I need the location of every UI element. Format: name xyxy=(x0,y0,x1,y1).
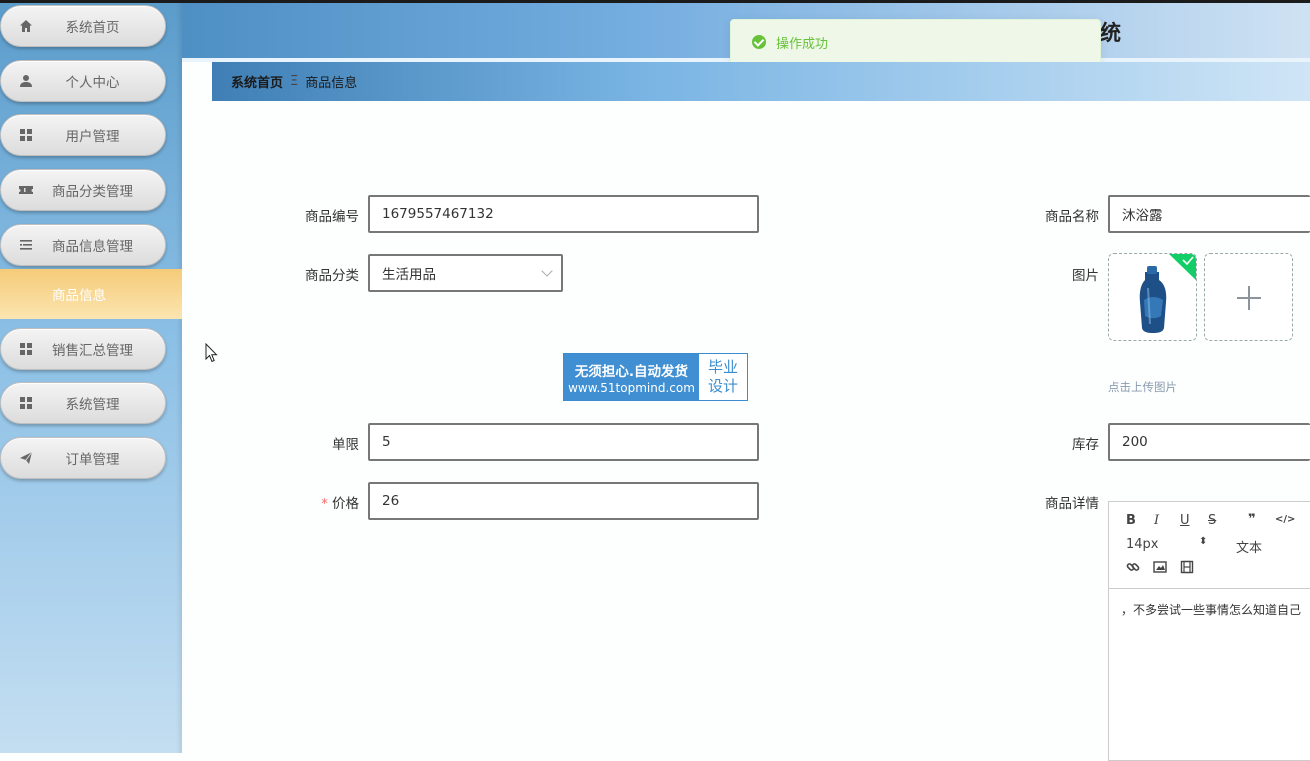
stock-label: 库存 xyxy=(1072,437,1099,453)
blockquote-button[interactable]: ❞ xyxy=(1248,512,1256,527)
stock-input[interactable]: 200 xyxy=(1108,423,1310,461)
strike-button[interactable]: S xyxy=(1208,513,1216,528)
upload-tip: 点击上传图片 xyxy=(1108,380,1177,394)
product-no-label: 商品编号 xyxy=(305,209,359,225)
app-title: 统 xyxy=(1100,21,1123,45)
italic-button[interactable]: I xyxy=(1154,513,1159,528)
header-select[interactable]: 文本 xyxy=(1236,537,1262,556)
sidebar-item-label: 用户管理 xyxy=(65,129,120,145)
rich-text-editor[interactable]: B I U S ❞ </> 14px ⬍ 文本 ，不多尝试一些事情怎么知道自己 xyxy=(1108,501,1310,761)
product-no-value: 1679557467132 xyxy=(382,206,494,222)
shampoo-bottle-image xyxy=(1109,254,1196,340)
sidebar-subitem-product-info[interactable]: 商品信息 xyxy=(0,269,182,319)
grid-icon xyxy=(18,341,34,357)
sidebar-item-category-mgmt[interactable]: 商品分类管理 xyxy=(0,169,166,211)
breadcrumb-current: 商品信息 xyxy=(305,76,358,91)
breadcrumb-home-link[interactable]: 系统首页 xyxy=(231,72,283,91)
code-button[interactable]: </> xyxy=(1275,514,1295,525)
watermark-badge: 无须担心.自动发货 www.51topmind.com 毕业 设计 xyxy=(563,353,748,401)
limit-value: 5 xyxy=(382,434,391,450)
video-icon[interactable] xyxy=(1180,560,1194,578)
sidebar-item-label: 商品信息管理 xyxy=(52,239,133,255)
success-check-icon xyxy=(752,35,766,49)
category-label: 商品分类 xyxy=(305,268,359,284)
product-name-input[interactable]: 沐浴露 xyxy=(1108,195,1310,233)
list-icon xyxy=(18,237,34,253)
sidebar-item-sales-summary[interactable]: 销售汇总管理 xyxy=(0,328,166,370)
sidebar-item-users[interactable]: 用户管理 xyxy=(0,114,166,156)
sidebar-item-orders[interactable]: 订单管理 xyxy=(0,437,166,479)
sidebar-item-home[interactable]: 系统首页 xyxy=(0,5,166,47)
image-label: 图片 xyxy=(1072,268,1099,284)
sidebar-item-profile[interactable]: 个人中心 xyxy=(0,60,166,102)
limit-label: 单限 xyxy=(332,437,359,453)
home-icon xyxy=(18,18,34,34)
breadcrumb: 系统首页 Ξ 商品信息 xyxy=(212,62,1310,101)
ticket-icon xyxy=(18,182,34,198)
details-label: 商品详情 xyxy=(1045,496,1099,512)
price-input[interactable]: 26 xyxy=(368,482,759,520)
chevron-down-icon xyxy=(541,265,553,277)
sidebar-item-label: 商品分类管理 xyxy=(52,184,133,200)
limit-input[interactable]: 5 xyxy=(368,423,759,461)
breadcrumb-separator: Ξ xyxy=(290,74,299,89)
watermark-right: 毕业 设计 xyxy=(699,354,747,400)
grid-icon xyxy=(18,395,34,411)
grid-icon xyxy=(18,127,34,143)
send-icon xyxy=(18,450,34,466)
product-name-value: 沐浴露 xyxy=(1122,208,1163,224)
category-select[interactable]: 生活用品 xyxy=(368,254,563,292)
category-value: 生活用品 xyxy=(382,267,436,283)
sidebar-item-label: 销售汇总管理 xyxy=(52,343,133,359)
editor-toolbar: B I U S ❞ </> 14px ⬍ 文本 xyxy=(1109,502,1310,589)
watermark-side2: 设计 xyxy=(707,377,738,395)
mouse-cursor-icon xyxy=(205,342,219,367)
product-no-input[interactable]: 1679557467132 xyxy=(368,195,759,233)
link-icon[interactable] xyxy=(1126,560,1140,578)
watermark-line2: www.51topmind.com xyxy=(568,380,695,395)
image-icon[interactable] xyxy=(1153,560,1167,578)
watermark-left: 无须担心.自动发货 www.51topmind.com xyxy=(564,354,699,400)
user-icon xyxy=(18,73,34,89)
product-name-label: 商品名称 xyxy=(1045,209,1099,225)
uploaded-image-thumbnail[interactable] xyxy=(1108,253,1197,341)
sidebar-item-label: 订单管理 xyxy=(65,452,120,468)
sidebar-item-system[interactable]: 系统管理 xyxy=(0,382,166,424)
watermark-line1: 无须担心.自动发货 xyxy=(574,363,689,380)
font-size-caret-icon: ⬍ xyxy=(1199,536,1208,547)
toast-message: 操作成功 xyxy=(776,36,829,52)
sidebar-item-label: 个人中心 xyxy=(65,75,120,91)
price-label: * 价格 xyxy=(239,492,359,512)
stock-value: 200 xyxy=(1122,434,1148,450)
sidebar-subitem-label: 商品信息 xyxy=(52,288,106,304)
upload-add-button[interactable] xyxy=(1204,253,1293,341)
watermark-side1: 毕业 xyxy=(707,358,738,376)
sidebar-item-label: 系统首页 xyxy=(65,20,120,36)
font-size-select[interactable]: 14px xyxy=(1126,537,1159,552)
sidebar-item-product-mgmt[interactable]: 商品信息管理 xyxy=(0,224,166,266)
price-value: 26 xyxy=(382,493,400,509)
bold-button[interactable]: B xyxy=(1126,513,1136,528)
sidebar-item-label: 系统管理 xyxy=(65,397,120,413)
success-toast: 操作成功 xyxy=(730,19,1101,65)
required-mark: * xyxy=(321,496,328,512)
underline-button[interactable]: U xyxy=(1180,513,1190,528)
price-label-text: 价格 xyxy=(332,496,359,512)
editor-content[interactable]: ，不多尝试一些事情怎么知道自己 xyxy=(1121,601,1301,618)
